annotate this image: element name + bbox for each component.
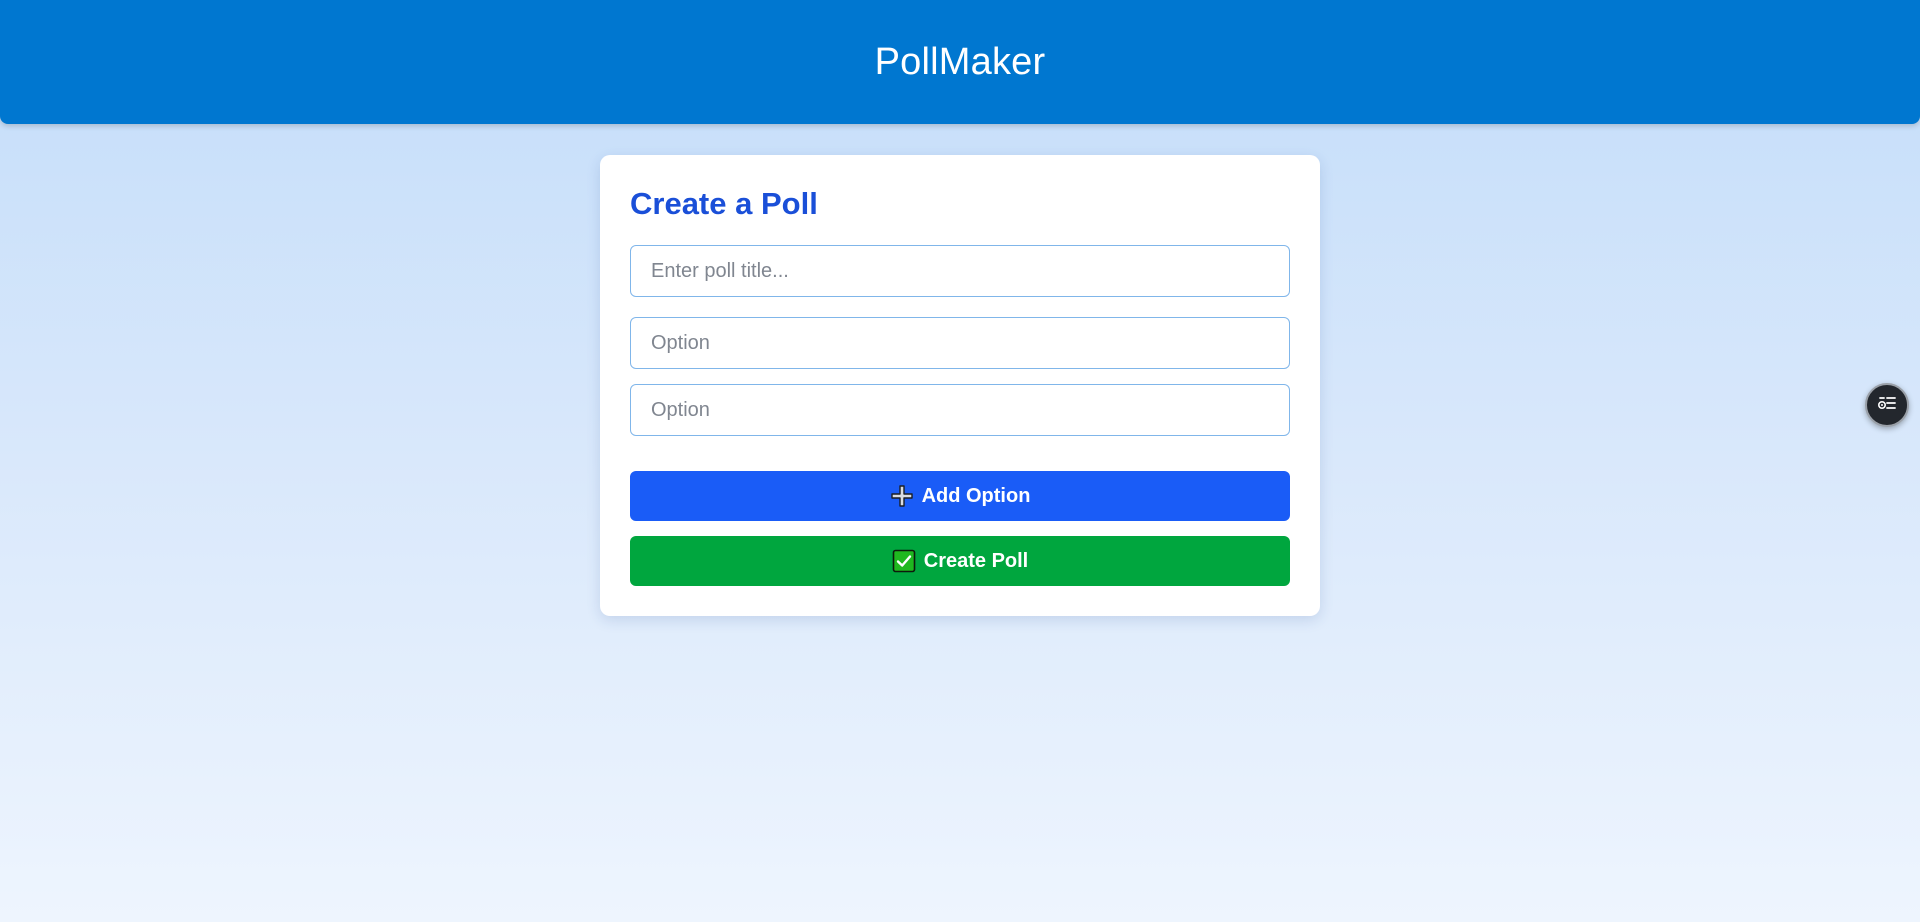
create-poll-label: Create Poll: [923, 549, 1029, 572]
option-input-2[interactable]: [630, 384, 1290, 436]
card-heading: Create a Poll: [630, 186, 818, 221]
create-poll-card: Create a Poll Add Option Create Poll: [600, 155, 1320, 616]
poll-title-input[interactable]: [630, 245, 1290, 297]
plus-icon: [890, 484, 914, 508]
add-option-button[interactable]: Add Option: [630, 471, 1290, 521]
add-option-label: Add Option: [921, 484, 1031, 507]
create-poll-button[interactable]: Create Poll: [630, 536, 1290, 586]
app-header: PollMaker: [0, 0, 1920, 124]
floating-menu-button[interactable]: [1865, 383, 1909, 427]
check-box-icon: [892, 549, 916, 573]
app-title: PollMaker: [874, 40, 1046, 83]
accessibility-menu-icon: [1876, 392, 1898, 419]
option-input-1[interactable]: [630, 317, 1290, 369]
